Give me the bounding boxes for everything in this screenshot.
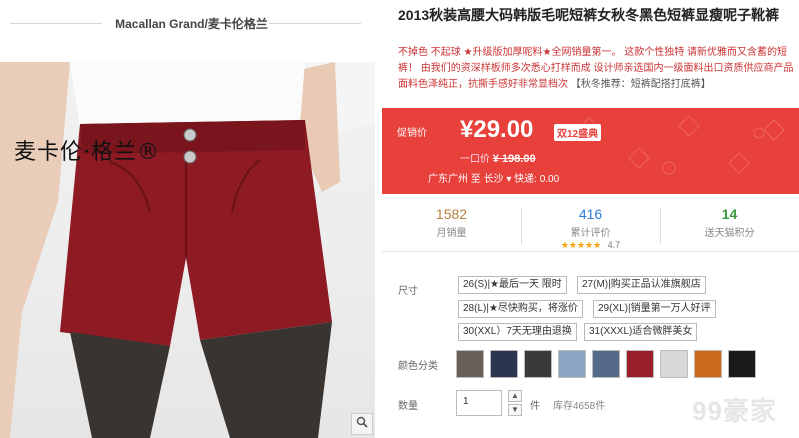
chevron-down-icon: ▼ xyxy=(511,405,519,414)
points-value: 14 xyxy=(721,206,738,222)
size-option[interactable]: 27(M)|购买正品认准旗舰店 xyxy=(577,276,706,294)
detail-column: 2013秋装高腰大码韩版毛呢短裤女秋冬黑色短裤显瘦呢子靴裤 不掉色 不起球 ★升… xyxy=(382,0,799,438)
product-page: Macallan Grand/麦卡伦格兰 麦卡伦·格兰® 2013秋装高腰大码韩… xyxy=(0,0,799,438)
sold-count: 1582 xyxy=(435,206,468,222)
divider xyxy=(269,23,361,24)
color-swatch[interactable] xyxy=(456,350,484,378)
points-label: 送天猫积分 xyxy=(704,228,755,239)
promo-badge: 双12盛典 xyxy=(554,124,602,141)
quantity-input[interactable]: 1 xyxy=(456,390,502,416)
review-count[interactable]: 416 xyxy=(521,206,660,222)
watermark: 99豪家 xyxy=(692,396,777,426)
sold-label: 月销量 xyxy=(436,228,467,239)
chevron-down-icon: ▾ xyxy=(506,174,512,185)
size-option[interactable]: 29(XL)|销量第一万人好评 xyxy=(593,300,716,318)
current-price: ¥29.00 xyxy=(460,116,534,143)
color-swatch[interactable] xyxy=(694,350,722,378)
stats-bar: 1582 月销量 416 累计评价 ★★★★★ 4.7 14 送天猫积分 xyxy=(382,200,799,252)
shipping-fee: 快递: 0.00 xyxy=(514,174,560,185)
original-price-row: 一口价 ¥ 198.00 xyxy=(460,150,536,165)
color-swatch[interactable] xyxy=(558,350,586,378)
gallery-column: Macallan Grand/麦卡伦格兰 麦卡伦·格兰® xyxy=(0,0,383,438)
divider xyxy=(10,23,102,24)
chevron-up-icon: ▲ xyxy=(511,391,519,400)
size-option[interactable]: 26(S)|★最后一天 限时 xyxy=(458,276,567,294)
original-price-label: 一口价 xyxy=(460,154,490,165)
decor-pattern xyxy=(578,115,785,175)
zoom-button[interactable] xyxy=(351,413,373,435)
color-swatch[interactable] xyxy=(626,350,654,378)
store-name[interactable]: Macallan Grand/麦卡伦格兰 xyxy=(115,15,268,32)
product-description: 不掉色 不起球 ★升级版加厚呢料★全网销量第一。 这款个性独特 请新优雅而又含蓄… xyxy=(398,45,798,93)
rating-stars: ★★★★★ 4.7 xyxy=(521,240,660,251)
review-label: 累计评价 xyxy=(570,228,611,239)
quantity-down-button[interactable]: ▼ xyxy=(508,404,522,416)
original-price: ¥ 198.00 xyxy=(492,153,536,165)
ship-from: 广东广州 至 xyxy=(428,174,481,185)
price-panel: 促销价 ¥29.00 双12盛典 一口价 ¥ 198.00 广东广州 至 长沙 … xyxy=(382,108,799,194)
color-swatch[interactable] xyxy=(592,350,620,378)
brand-logo: 麦卡伦·格兰® xyxy=(14,140,160,165)
quantity-label: 数量 xyxy=(398,401,418,412)
rating-value: 4.7 xyxy=(607,240,621,250)
size-option[interactable]: 31(XXXL)适合微胖美女 xyxy=(584,323,698,341)
stat-reviews[interactable]: 416 累计评价 ★★★★★ 4.7 xyxy=(521,200,660,251)
description-tail: 【秋冬推荐：短裤配搭打底裤】 xyxy=(570,79,711,90)
ship-to[interactable]: 长沙 xyxy=(484,174,504,185)
promo-label: 促销价 xyxy=(397,128,427,139)
quantity-unit: 件 xyxy=(530,401,540,412)
stat-points: 14 送天猫积分 xyxy=(660,200,799,251)
stat-sold: 1582 月销量 xyxy=(382,200,521,251)
model-illustration xyxy=(0,62,375,438)
color-swatch[interactable] xyxy=(524,350,552,378)
magnifier-icon xyxy=(356,415,368,433)
quantity-up-button[interactable]: ▲ xyxy=(508,390,522,402)
size-option[interactable]: 28(L)|★尽快购买，将涨价 xyxy=(458,300,583,318)
color-label: 颜色分类 xyxy=(398,361,438,372)
color-swatch[interactable] xyxy=(660,350,688,378)
shipping-row: 广东广州 至 长沙 ▾ 快递: 0.00 xyxy=(428,170,559,185)
stock-count: 库存4658件 xyxy=(553,401,606,412)
star-icons: ★★★★★ xyxy=(560,240,602,250)
size-label: 尺寸 xyxy=(398,286,418,297)
store-header: Macallan Grand/麦卡伦格兰 xyxy=(0,8,383,38)
color-swatch[interactable] xyxy=(490,350,518,378)
size-option[interactable]: 30(XXL）7天无理由退换 xyxy=(458,323,577,341)
color-swatch[interactable] xyxy=(728,350,756,378)
product-title: 2013秋装高腰大码韩版毛呢短裤女秋冬黑色短裤显瘦呢子靴裤 xyxy=(398,7,780,23)
product-photo[interactable]: 麦卡伦·格兰® xyxy=(0,62,375,438)
